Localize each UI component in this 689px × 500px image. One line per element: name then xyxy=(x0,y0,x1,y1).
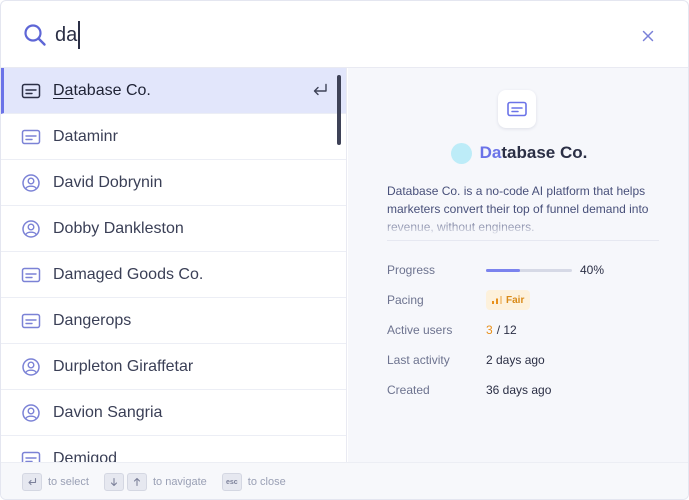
company-card-icon xyxy=(21,267,41,282)
list-item[interactable]: David Dobrynin xyxy=(1,160,346,206)
list-item[interactable]: Durpleton Giraffetar xyxy=(1,344,346,390)
search-input[interactable]: da xyxy=(55,19,615,51)
prop-value: 3 / 12 xyxy=(486,323,517,337)
person-icon xyxy=(22,219,40,238)
list-item-label: Dobby Dankleston xyxy=(53,220,184,238)
list-item-label: Davion Sangria xyxy=(53,404,162,422)
person-icon xyxy=(22,173,40,192)
pacing-badge: Fair xyxy=(486,290,531,310)
detail-panel: Database Co. Database Co. is a no-code A… xyxy=(348,68,688,462)
search-icon xyxy=(24,24,46,46)
prop-active-users: Active users 3 / 12 xyxy=(387,315,677,345)
rest-text: Demigod xyxy=(53,449,118,463)
prop-value: Fair xyxy=(486,290,531,310)
search-bar: da xyxy=(1,1,688,68)
properties-list: Progress 40% Pacing Fair Active users 3 … xyxy=(387,255,677,405)
prop-label: Pacing xyxy=(387,293,424,307)
rest-text: taminr xyxy=(73,127,118,145)
rest-text: maged Goods Co. xyxy=(73,265,204,283)
hint-select: to select xyxy=(48,476,89,488)
avatar xyxy=(450,142,472,164)
signal-bars-icon xyxy=(492,296,502,304)
prop-value: 2 days ago xyxy=(486,353,545,367)
list-item[interactable]: Database Co. xyxy=(1,68,346,114)
company-card-icon xyxy=(21,313,41,328)
list-item-label: Damaged Goods Co. xyxy=(53,266,203,284)
prop-created: Created 36 days ago xyxy=(387,375,677,405)
match-text: Da xyxy=(53,173,74,191)
list-item[interactable]: Dataminr xyxy=(1,114,346,160)
list-item[interactable]: Demigod xyxy=(1,436,346,462)
prop-label: Created xyxy=(387,383,430,397)
rest-text: vid Dobrynin xyxy=(73,173,163,191)
prop-label: Last activity xyxy=(387,353,450,367)
divider xyxy=(387,240,659,241)
prop-label: Progress xyxy=(387,263,436,277)
rest-text: Dobby Dankleston xyxy=(53,219,184,237)
hint-close: to close xyxy=(247,476,286,488)
keyboard-hints: to select to navigate esc to close xyxy=(1,462,688,499)
list-item-label: Dangerops xyxy=(53,312,131,330)
company-card-icon xyxy=(21,451,41,462)
company-card-icon xyxy=(498,90,536,128)
enter-key-icon xyxy=(313,83,327,96)
scrollbar[interactable] xyxy=(337,75,341,145)
progress-fill xyxy=(486,268,521,272)
list-item[interactable]: Davion Sangria xyxy=(1,390,346,436)
prop-value: 40% xyxy=(486,263,604,277)
command-palette: da Database Co. Dataminr David Dobrynin Dob… xyxy=(0,0,689,500)
prop-last-activity: Last activity 2 days ago xyxy=(387,345,677,375)
company-card-icon xyxy=(21,129,41,144)
text-caret xyxy=(78,21,80,49)
close-icon[interactable] xyxy=(642,30,654,42)
person-icon xyxy=(22,403,40,422)
rest-text: ngerops xyxy=(73,311,132,329)
match-text: Da xyxy=(53,265,74,283)
esc-key: esc xyxy=(221,473,242,491)
match-text: Da xyxy=(53,311,74,329)
rest-text: vion Sangria xyxy=(73,403,163,421)
rest-text: tabase Co. xyxy=(73,81,151,99)
prop-value: 36 days ago xyxy=(486,383,552,397)
arrow-up-key-icon xyxy=(126,473,147,491)
description-fade xyxy=(387,218,667,236)
enter-key-icon xyxy=(22,473,42,491)
match-text: Da xyxy=(53,127,74,145)
match-text: Da xyxy=(53,403,74,421)
detail-title-rest: tabase Co. xyxy=(501,143,588,162)
rest-text: Durpleton Giraffetar xyxy=(53,357,194,375)
active-users-total: / 12 xyxy=(496,323,517,337)
progress-text: 40% xyxy=(580,263,605,277)
detail-title: Database Co. xyxy=(480,143,588,163)
list-item-label: Demigod xyxy=(53,450,117,463)
hint-navigate: to navigate xyxy=(152,476,207,488)
prop-pacing: Pacing Fair xyxy=(387,285,677,315)
detail-header: Database Co. xyxy=(348,140,688,166)
prop-label: Active users xyxy=(387,323,453,337)
list-item-label: Database Co. xyxy=(53,82,151,100)
arrow-down-key-icon xyxy=(103,473,124,491)
pacing-value: Fair xyxy=(506,294,525,306)
list-item[interactable]: Damaged Goods Co. xyxy=(1,252,346,298)
list-item[interactable]: Dangerops xyxy=(1,298,346,344)
detail-title-match: Da xyxy=(479,143,502,162)
company-card-icon xyxy=(21,83,41,98)
list-item-label: Dataminr xyxy=(53,128,118,146)
list-item-label: Durpleton Giraffetar xyxy=(53,358,193,376)
list-item-label: David Dobrynin xyxy=(53,174,162,192)
match-text: Da xyxy=(53,81,74,99)
active-users-count: 3 xyxy=(486,323,493,337)
progress-bar xyxy=(486,268,572,272)
list-item[interactable]: Dobby Dankleston xyxy=(1,206,346,252)
result-list: Database Co. Dataminr David Dobrynin Dobby … xyxy=(1,68,347,462)
person-icon xyxy=(22,357,40,376)
search-query: da xyxy=(55,24,78,46)
prop-progress: Progress 40% xyxy=(387,255,677,285)
